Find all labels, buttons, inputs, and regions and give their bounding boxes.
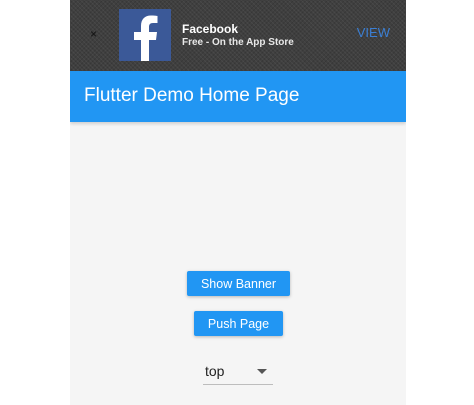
banner-app-subtitle: Free - On the App Store (182, 37, 294, 48)
page-title: Flutter Demo Home Page (84, 85, 300, 106)
show-banner-button[interactable]: Show Banner (187, 271, 290, 296)
banner-app-name: Facebook (182, 22, 239, 36)
chevron-down-icon (257, 369, 267, 374)
push-page-button[interactable]: Push Page (194, 311, 283, 336)
dropdown-selected-value: top (205, 363, 225, 379)
view-button[interactable]: VIEW (357, 25, 390, 40)
position-dropdown[interactable]: top (203, 360, 273, 385)
close-icon[interactable]: × (90, 25, 97, 43)
app-bar: Flutter Demo Home Page (70, 71, 406, 122)
smart-app-banner: × Facebook Free - On the App Store VIEW (70, 0, 406, 71)
facebook-logo-icon (119, 9, 171, 61)
app-screen: × Facebook Free - On the App Store VIEW … (70, 0, 406, 405)
